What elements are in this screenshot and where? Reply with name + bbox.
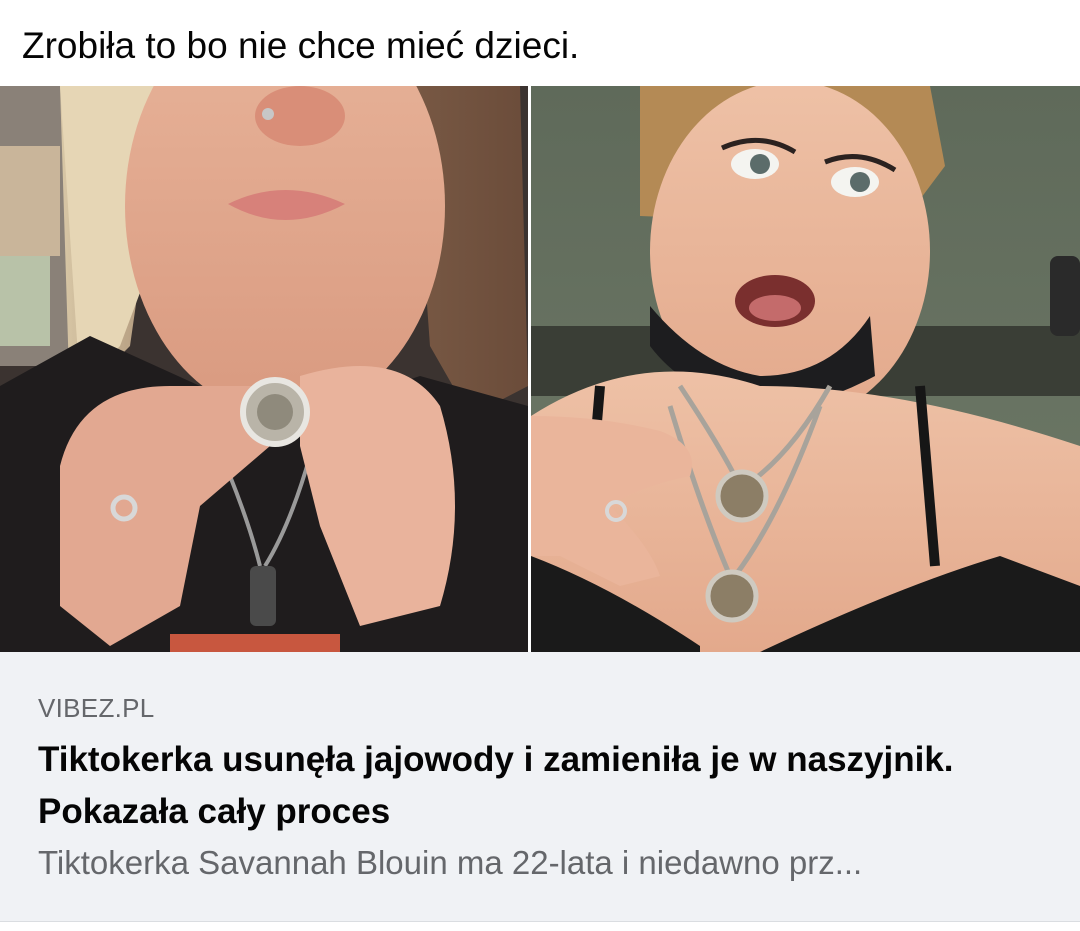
link-title[interactable]: Tiktokerka usunęła jajowody i zamieniła … — [38, 734, 1048, 838]
post-caption: Zrobiła to bo nie chce mieć dzieci. — [22, 25, 580, 66]
left-photo — [0, 86, 528, 652]
link-domain: VIBEZ.PL — [38, 693, 155, 723]
facebook-post: Zrobiła to bo nie chce mieć dzieci. VIBE… — [0, 0, 1080, 931]
post-bottom-divider — [0, 921, 1080, 931]
link-preview-card[interactable]: VIBEZ.PL Tiktokerka usunęła jajowody i z… — [0, 652, 1080, 921]
right-photo — [531, 86, 1080, 652]
link-preview-image[interactable] — [0, 86, 1080, 652]
link-description: Tiktokerka Savannah Blouin ma 22-lata i … — [38, 844, 863, 881]
